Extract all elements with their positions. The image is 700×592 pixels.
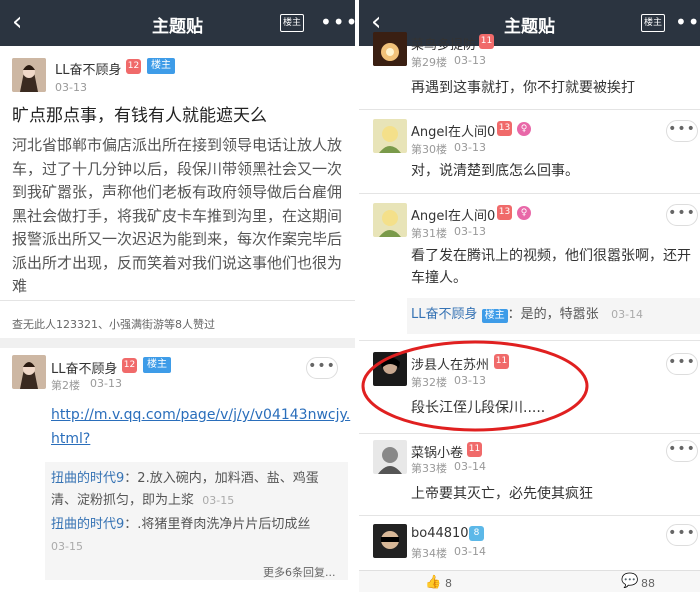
video-link[interactable]: http://m.v.qq.com/page/v/j/y/v04143nwcjy… — [51, 403, 351, 451]
divider — [359, 193, 700, 194]
divider — [359, 433, 700, 434]
level-badge: 12 — [126, 59, 141, 74]
more-options-icon[interactable]: ••• — [666, 204, 698, 226]
left-screen: ‹ 主题贴 楼主 ••• LL奋不顾身 12 楼主 03-13 旷点那点事，有钱… — [0, 0, 355, 592]
op-name[interactable]: LL奋不顾身 — [55, 59, 122, 78]
female-icon: ♀ — [517, 122, 531, 136]
right-screen: ‹ 主题贴 楼主 ••• 菜鸟多提防 11 第29楼 03-13 再遇到这事就打… — [359, 0, 700, 592]
nav-bar: ‹ 主题贴 楼主 ••• — [0, 0, 355, 46]
avatar[interactable] — [373, 119, 407, 153]
section-gap — [0, 338, 355, 348]
avatar[interactable] — [12, 355, 46, 389]
female-icon: ♀ — [517, 206, 531, 220]
reply-text: 是的，特嚣张 — [520, 307, 599, 322]
author-name[interactable]: 菜鸟多提防 — [411, 34, 476, 53]
reply-text: .将猪里脊肉洗净片片后切成丝 — [137, 517, 311, 532]
reply-author[interactable]: LL奋不顾身 — [411, 307, 478, 322]
more-options-icon[interactable]: ••• — [666, 524, 698, 546]
more-options-icon[interactable]: ••• — [666, 440, 698, 462]
reply-date: 03-14 — [611, 308, 644, 321]
more-icon[interactable]: ••• — [320, 10, 355, 34]
post-body: 再遇到这事就打，你不打就要被挨打 — [411, 80, 635, 96]
only-op-toggle[interactable]: 楼主 — [641, 14, 665, 32]
more-options-icon[interactable]: ••• — [666, 353, 698, 375]
divider — [359, 109, 700, 110]
level-badge: 12 — [122, 358, 137, 373]
author-name[interactable]: Angel在人间0 — [411, 205, 495, 224]
post-body: 河北省邯郸市偏店派出所在接到领导电话让放人放车，过了十几分钟以后，段保川带领黑社… — [12, 136, 343, 295]
divider — [359, 515, 700, 516]
author-name[interactable]: Angel在人间0 — [411, 121, 495, 140]
post-body: 上帝要其灭亡，必先使其疯狂 — [411, 486, 593, 502]
divider — [0, 300, 355, 301]
reply-box: 扭曲的时代9：2.放入碗内，加料酒、盐、鸡蛋清、淀粉抓匀，即为上浆 03-15 … — [45, 462, 348, 580]
reply-item[interactable]: 扭曲的时代9：2.放入碗内，加料酒、盐、鸡蛋清、淀粉抓匀，即为上浆 03-15 — [51, 468, 341, 512]
level-badge: 11 — [467, 442, 482, 457]
more-options-icon[interactable]: ••• — [306, 357, 338, 379]
reply-box: LL奋不顾身 楼主 ：是的，特嚣张 03-14 — [407, 298, 700, 334]
post-body: 看了发在腾讯上的视频，他们很嚣张啊，还开车撞人。 — [411, 248, 691, 286]
level-badge: 11 — [479, 34, 494, 49]
avatar[interactable] — [373, 32, 407, 66]
likes-line[interactable]: 查无此人123321、小强满街游等8人赞过 — [12, 316, 215, 332]
level-badge: 8 — [469, 526, 484, 541]
reply-item[interactable]: LL奋不顾身 楼主 ：是的，特嚣张 03-14 — [411, 306, 643, 324]
floor-number: 第34楼 — [411, 547, 447, 560]
author-name[interactable]: bo44810 — [411, 526, 469, 541]
post-date: 03-14 — [454, 545, 486, 558]
reply-author[interactable]: 扭曲的时代9 — [51, 517, 124, 532]
reply-date: 03-15 — [202, 494, 235, 507]
more-replies-link[interactable]: 更多6条回复... — [263, 564, 336, 580]
avatar[interactable] — [12, 58, 46, 92]
op-badge: 楼主 — [481, 309, 508, 323]
avatar[interactable] — [373, 524, 407, 558]
author-name[interactable]: 菜锅小卷 — [411, 442, 463, 461]
post-title: 旷点那点事，有钱有人就能遮天么 — [12, 106, 267, 126]
floor-number: 第30楼 — [411, 143, 447, 156]
comment-icon[interactable]: 💬 — [621, 573, 638, 589]
post-date: 03-13 — [454, 141, 486, 154]
bottom-bar: 👍 8 💬 88 — [359, 570, 700, 592]
highlight-circle — [361, 340, 589, 432]
comment-count: 88 — [641, 577, 655, 590]
avatar[interactable] — [373, 440, 407, 474]
post-date: 03-14 — [454, 460, 486, 473]
reply-author[interactable]: 扭曲的时代9 — [51, 471, 124, 486]
post-date: 03-13 — [454, 225, 486, 238]
author-name[interactable]: LL奋不顾身 — [51, 358, 118, 377]
avatar[interactable] — [373, 203, 407, 237]
reply-item[interactable]: 扭曲的时代9：.将猪里脊肉洗净片片后切成丝 03-15 — [51, 514, 341, 558]
op-badge: 楼主 — [143, 357, 171, 373]
op-badge: 楼主 — [147, 58, 175, 74]
post-body: 对，说清楚到底怎么回事。 — [411, 163, 579, 179]
more-options-icon[interactable]: ••• — [666, 120, 698, 142]
reply-date: 03-15 — [51, 540, 83, 553]
post-date: 03-13 — [90, 377, 122, 390]
more-icon[interactable]: ••• — [675, 10, 700, 34]
floor-number: 第31楼 — [411, 227, 447, 240]
post-date: 03-13 — [55, 81, 87, 94]
floor-number: 第2楼 — [51, 379, 80, 392]
like-count: 8 — [445, 577, 452, 590]
post-date: 03-13 — [454, 54, 486, 67]
floor-number: 第29楼 — [411, 56, 447, 69]
floor-number: 第33楼 — [411, 462, 447, 475]
level-badge: 13 — [497, 121, 512, 136]
only-op-toggle[interactable]: 楼主 — [280, 14, 304, 32]
thumbs-up-icon[interactable]: 👍 — [425, 575, 441, 590]
level-badge: 13 — [497, 205, 512, 220]
